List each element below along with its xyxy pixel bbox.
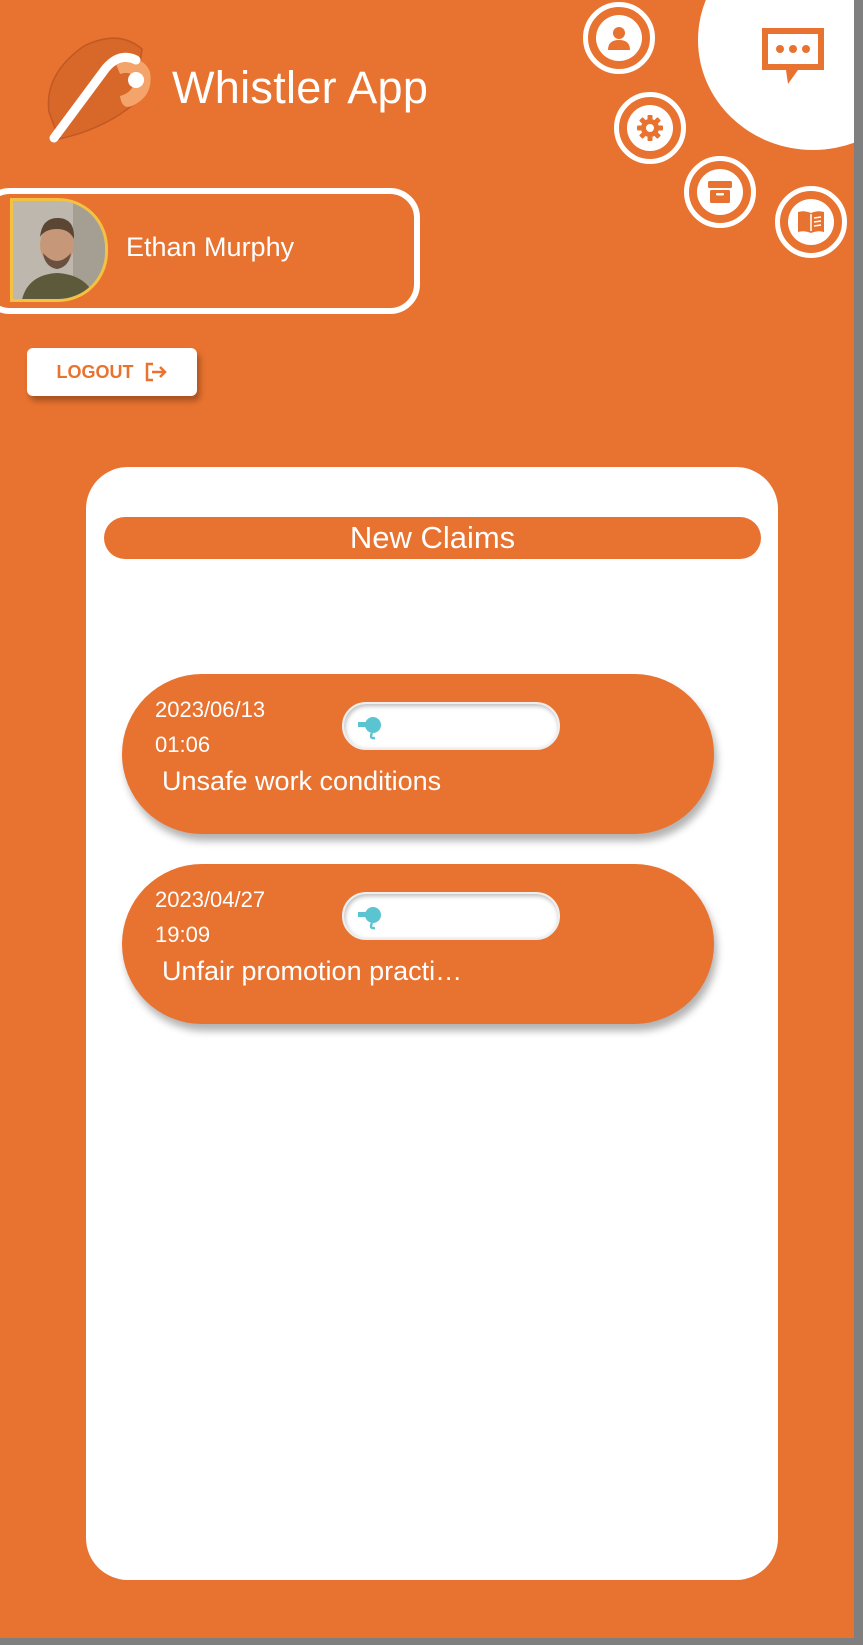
avatar-photo xyxy=(13,201,105,299)
claim-title: Unsafe work conditions xyxy=(162,766,442,796)
book-icon xyxy=(798,211,824,233)
logout-icon xyxy=(145,362,167,382)
avatar xyxy=(10,198,108,302)
user-name: Ethan Murphy xyxy=(126,232,295,262)
logout-label: LOGOUT xyxy=(56,361,134,382)
chat-icon[interactable] xyxy=(758,22,828,92)
archive-icon xyxy=(708,181,732,203)
claim-time: 01:06 xyxy=(155,732,211,757)
profile-button[interactable] xyxy=(583,2,655,74)
claim-datetime: 2023/06/13 01:06 xyxy=(155,692,265,762)
whistle-icon xyxy=(358,717,381,740)
archive-button[interactable] xyxy=(684,156,756,228)
logout-button[interactable]: LOGOUT xyxy=(27,348,197,396)
claims-header: New Claims xyxy=(104,517,761,559)
profile-icon xyxy=(608,27,630,50)
app-title: Whistler App xyxy=(172,62,429,113)
claim-card[interactable]: 2023/04/27 19:09 Unfair promotion practi… xyxy=(122,864,714,1024)
claim-status-pill xyxy=(342,892,560,940)
app-logo xyxy=(47,37,151,143)
guide-button[interactable] xyxy=(775,186,847,258)
claim-title: Unfair promotion practi… xyxy=(162,956,463,986)
claim-status-pill xyxy=(342,702,560,750)
claim-card[interactable]: 2023/06/13 01:06 Unsafe work conditions xyxy=(122,674,714,834)
settings-button[interactable] xyxy=(614,92,686,164)
settings-icon xyxy=(637,115,663,141)
claim-date: 2023/04/27 xyxy=(155,887,266,912)
claim-date: 2023/06/13 xyxy=(155,697,266,722)
claim-datetime: 2023/04/27 19:09 xyxy=(155,882,265,952)
app-screen: Whistler App Ethan Murphy LOGOUT New Cla… xyxy=(0,0,854,1638)
whistle-icon xyxy=(358,907,381,930)
claim-time: 19:09 xyxy=(155,922,211,947)
